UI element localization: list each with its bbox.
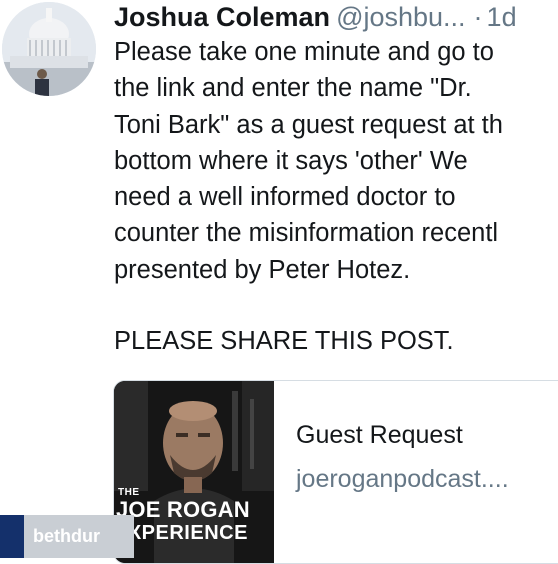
share-text: PLEASE SHARE THIS POST. — [114, 327, 454, 355]
watermark-avatar — [0, 515, 24, 558]
card-thumbnail: THE JOE ROGAN EXPERIENCE — [114, 381, 274, 563]
tweet-body-line: Please take one minute and go to — [114, 38, 494, 66]
tweet-body-line: the link and enter the name "Dr. — [114, 74, 472, 103]
thumbnail-joe-rogan-text: JOE ROGAN — [116, 497, 250, 522]
tweet-body-line: need a well informed doctor to — [114, 183, 456, 212]
tweet-body-line: counter the misinformation recentl — [114, 219, 499, 248]
author-handle[interactable]: @joshbu... — [336, 2, 465, 32]
watermark-username: bethdur — [24, 515, 134, 558]
tweet-body-line: bottom where it says 'other' We — [114, 146, 468, 175]
capitol-dome-avatar-icon — [2, 2, 96, 96]
tweet-timestamp[interactable]: 1d — [487, 2, 517, 32]
thumbnail-experience-text: EXPERIENCE — [114, 522, 248, 544]
tweet-body: Please take one minute and go to the lin… — [114, 34, 558, 288]
separator-dot: · — [473, 2, 483, 32]
author-name[interactable]: Joshua Coleman — [114, 2, 330, 32]
link-preview-card[interactable]: THE JOE ROGAN EXPERIENCE Guest Request j… — [113, 380, 558, 564]
card-domain: joeroganpodcast.... — [296, 465, 509, 493]
tweet-body-line: presented by Peter Hotez. — [114, 255, 411, 284]
tweet-header: Joshua Coleman @joshbu... · 1d — [114, 0, 558, 34]
card-title[interactable]: Guest Request — [296, 421, 463, 450]
author-avatar[interactable] — [2, 2, 96, 96]
tweet-body-line: Toni Bark" as a guest request at th — [114, 110, 503, 139]
repost-watermark: bethdur — [0, 515, 134, 558]
